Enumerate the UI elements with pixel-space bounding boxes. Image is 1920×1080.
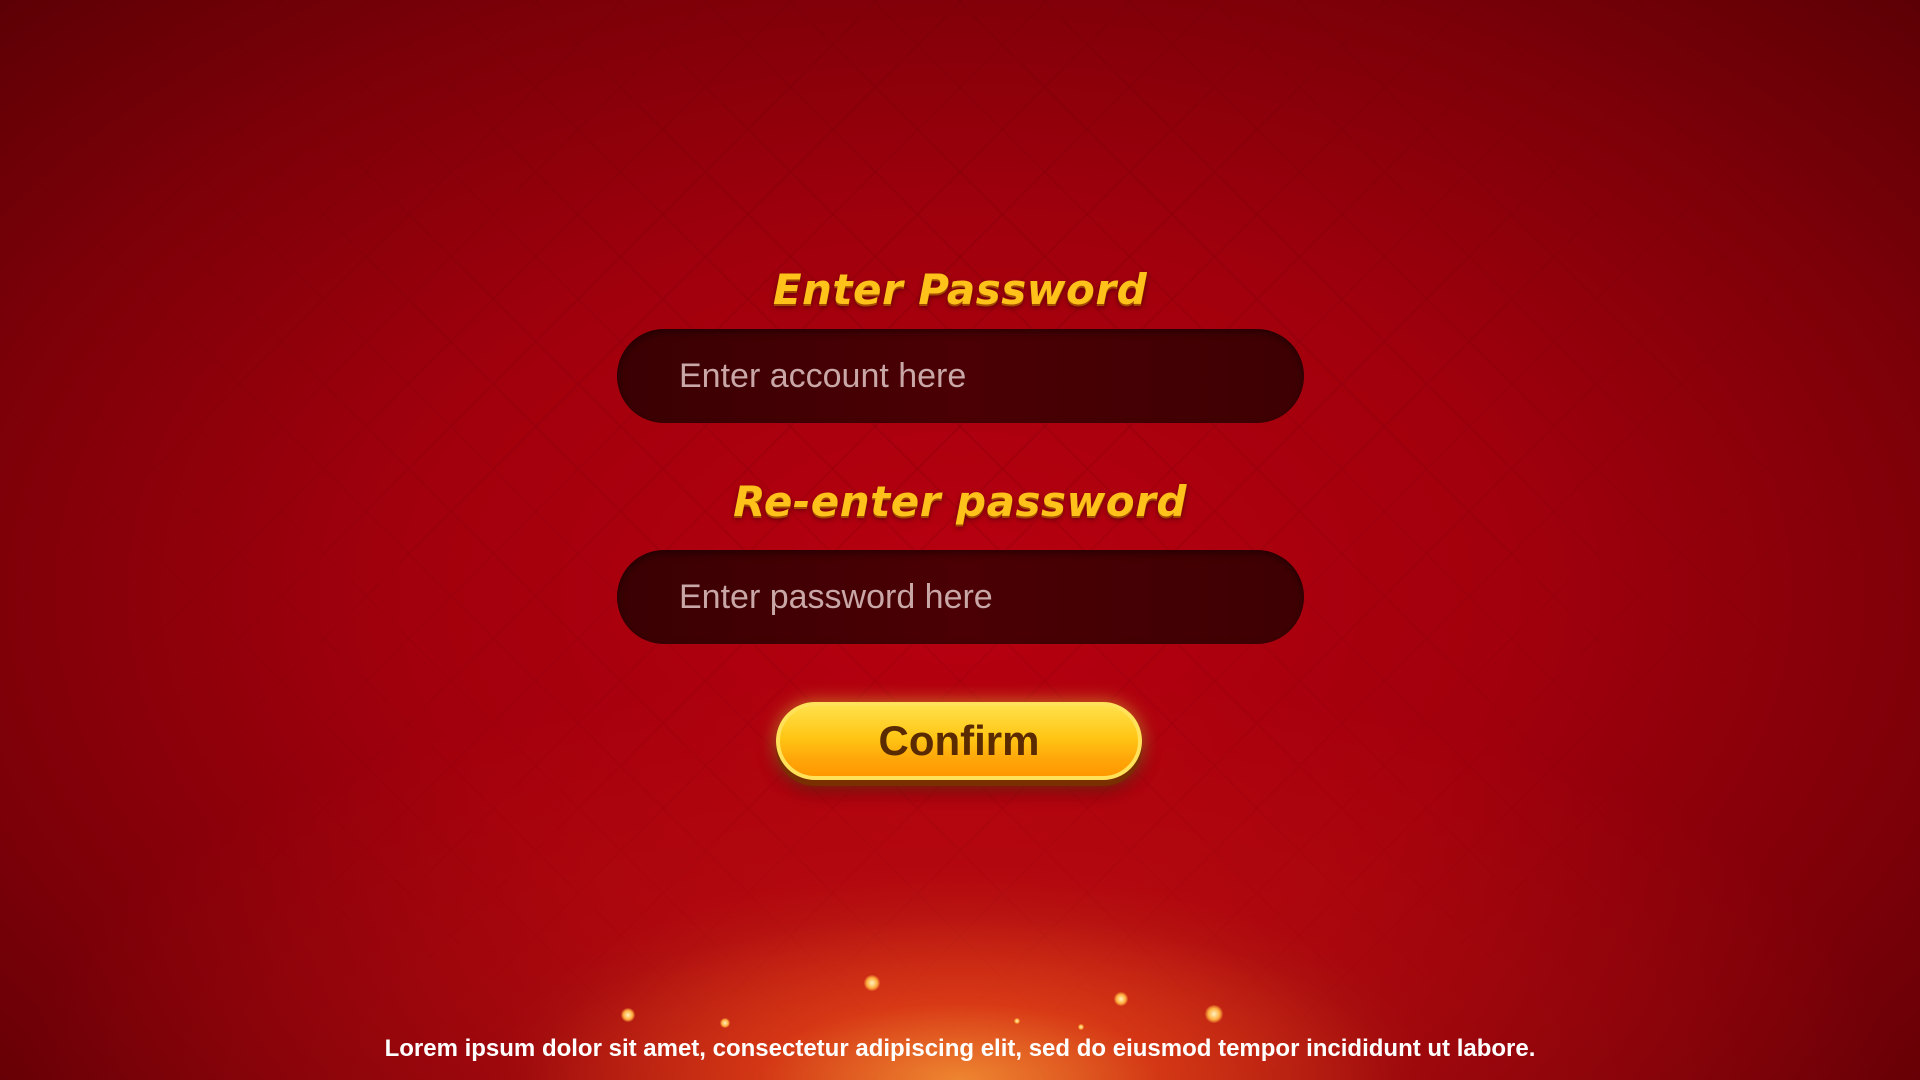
spark-particle	[864, 975, 880, 991]
footer-text: Lorem ipsum dolor sit amet, consectetur …	[384, 1035, 1536, 1062]
confirm-button-label: Confirm	[878, 717, 1040, 764]
account-input[interactable]	[677, 355, 1304, 397]
spark-particle	[621, 1008, 635, 1022]
spark-particle	[1014, 1018, 1020, 1024]
reenter-password-heading: Re-enter password	[733, 477, 1187, 526]
password-input[interactable]	[677, 576, 1304, 618]
spark-particle	[1078, 1024, 1084, 1030]
enter-password-heading: Enter Password	[772, 265, 1148, 314]
spark-particle	[1205, 1005, 1223, 1023]
confirm-button[interactable]: Confirm	[776, 702, 1142, 780]
spark-particle	[720, 1018, 730, 1028]
spark-particle	[1114, 992, 1128, 1006]
account-field[interactable]	[617, 329, 1304, 423]
password-field[interactable]	[617, 550, 1304, 644]
